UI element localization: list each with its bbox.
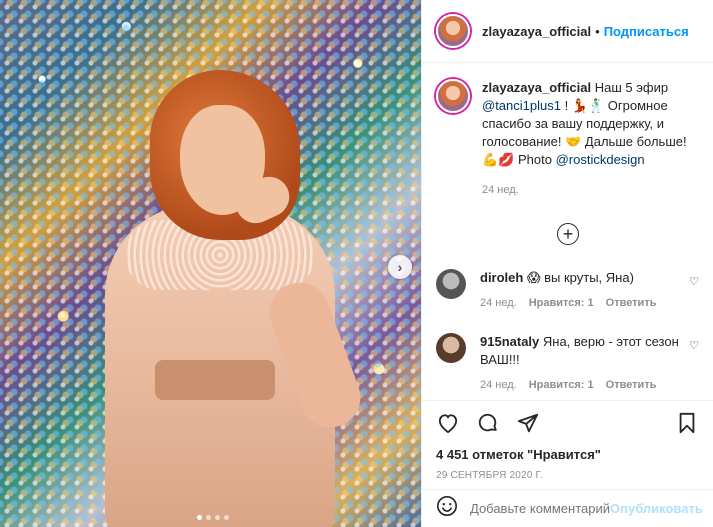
bookmark-icon[interactable]	[675, 411, 699, 435]
commenter-avatar[interactable]	[436, 269, 466, 299]
add-comment-bar: Опубликовать	[422, 489, 713, 527]
comment-reply-button[interactable]: Ответить	[606, 379, 657, 391]
comment-likes[interactable]: Нравится: 1	[529, 297, 594, 309]
comment-input[interactable]	[470, 501, 610, 516]
comment-item: 915nataly Яна, верю - этот сезон ВАШ!!! …	[436, 333, 699, 391]
post-header: zlayazaya_official • Подписаться	[422, 0, 713, 63]
caption-body: zlayazaya_official Наш 5 эфир @tanci1plu…	[482, 79, 699, 199]
caption-avatar[interactable]	[436, 79, 470, 113]
caption-time: 24 нед.	[482, 184, 519, 196]
emoji-icon[interactable]	[436, 495, 458, 522]
load-more-comments-icon[interactable]: +	[557, 223, 579, 245]
caption-mention-2[interactable]: @rostickdesign	[556, 152, 645, 167]
comments-section: zlayazaya_official Наш 5 эфир @tanci1plu…	[422, 63, 713, 393]
instagram-post: › zlayazaya_official • Подписаться zlaya…	[0, 0, 713, 527]
publish-button[interactable]: Опубликовать	[610, 501, 703, 516]
share-icon[interactable]	[516, 411, 540, 435]
caption-username[interactable]: zlayazaya_official	[482, 80, 591, 95]
comment-username[interactable]: diroleh	[480, 270, 523, 285]
comment-text: diroleh 😱 вы круты, Яна)	[480, 269, 680, 287]
belt-shape	[155, 360, 275, 400]
comment-body: 😱 вы круты, Яна)	[523, 270, 634, 285]
comment-likes[interactable]: Нравится: 1	[529, 379, 594, 391]
action-icons	[436, 411, 699, 435]
commenter-avatar[interactable]	[436, 333, 466, 363]
header-username[interactable]: zlayazaya_official	[482, 24, 591, 39]
comment-item: diroleh 😱 вы круты, Яна) 24 нед. Нравитс…	[436, 269, 699, 309]
avatar[interactable]	[436, 14, 470, 48]
comment-like-icon[interactable]: ♡	[689, 275, 699, 288]
likes-count[interactable]: 4 451 отметок "Нравится"	[436, 447, 699, 462]
comment-meta: 24 нед. Нравится: 1 Ответить	[480, 297, 680, 309]
caption-mention-1[interactable]: @tanci1plus1	[482, 98, 561, 113]
photo-subject	[95, 70, 369, 527]
carousel-dot	[206, 515, 211, 520]
side-panel: zlayazaya_official • Подписаться zlayaza…	[421, 0, 713, 527]
header-separator: •	[595, 23, 600, 39]
comment-icon[interactable]	[476, 411, 500, 435]
heart-icon[interactable]	[436, 411, 460, 435]
post-actions: 4 451 отметок "Нравится" 29 СЕНТЯБРЯ 202…	[422, 400, 713, 481]
post-photo[interactable]: ›	[0, 0, 421, 527]
comment-like-icon[interactable]: ♡	[689, 339, 699, 352]
comment-text: 915nataly Яна, верю - этот сезон ВАШ!!!	[480, 333, 680, 369]
carousel-dot	[215, 515, 220, 520]
comment-username[interactable]: 915nataly	[480, 334, 539, 349]
comment-time: 24 нед.	[480, 379, 517, 391]
caption-text-1: Наш 5 эфир	[591, 80, 669, 95]
comment-meta: 24 нед. Нравится: 1 Ответить	[480, 379, 680, 391]
post-date: 29 СЕНТЯБРЯ 2020 Г.	[436, 470, 543, 481]
carousel-dots	[197, 515, 229, 520]
carousel-dot	[197, 515, 202, 520]
follow-button[interactable]: Подписаться	[604, 24, 689, 39]
caption: zlayazaya_official Наш 5 эфир @tanci1plu…	[436, 79, 699, 199]
comment-time: 24 нед.	[480, 297, 517, 309]
carousel-dot	[224, 515, 229, 520]
comment-reply-button[interactable]: Ответить	[606, 297, 657, 309]
carousel-next-button[interactable]: ›	[388, 255, 412, 279]
